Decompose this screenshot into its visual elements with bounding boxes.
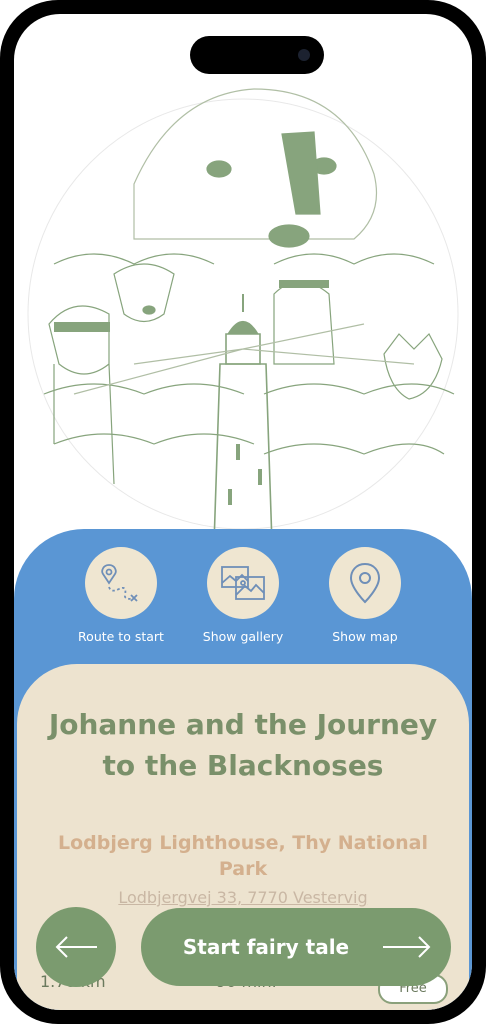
action-bar: Route to start Show gallery Show map — [14, 547, 472, 667]
show-map-label: Show map — [332, 629, 398, 644]
start-fairy-tale-label: Start fairy tale — [182, 935, 350, 959]
app-screen: Route to start Show gallery Show map Joh… — [14, 14, 472, 1010]
story-location: Lodbjerg Lighthouse, Thy National Park — [57, 832, 429, 880]
route-icon — [85, 547, 157, 619]
route-to-start-label: Route to start — [78, 629, 164, 644]
show-gallery-button[interactable]: Show gallery — [173, 547, 313, 644]
arrow-right-icon — [383, 936, 431, 958]
map-pin-icon — [329, 547, 401, 619]
gallery-icon — [207, 547, 279, 619]
story-address-link[interactable]: Lodbjergvej 33, 7770 Vestervig — [34, 888, 452, 907]
show-gallery-label: Show gallery — [202, 629, 284, 644]
fairy-tale-illustration — [27, 88, 459, 544]
show-map-button[interactable]: Show map — [295, 547, 435, 644]
arrow-left-icon — [55, 936, 97, 958]
route-to-start-button[interactable]: Route to start — [51, 547, 191, 644]
phone-frame: Route to start Show gallery Show map Joh… — [0, 0, 486, 1024]
story-title: Johanne and the Journey to the Blacknose… — [48, 708, 438, 782]
start-fairy-tale-button[interactable]: Start fairy tale — [141, 908, 451, 986]
dynamic-island — [190, 36, 324, 74]
camera-icon — [298, 49, 310, 61]
back-button[interactable] — [36, 907, 116, 987]
